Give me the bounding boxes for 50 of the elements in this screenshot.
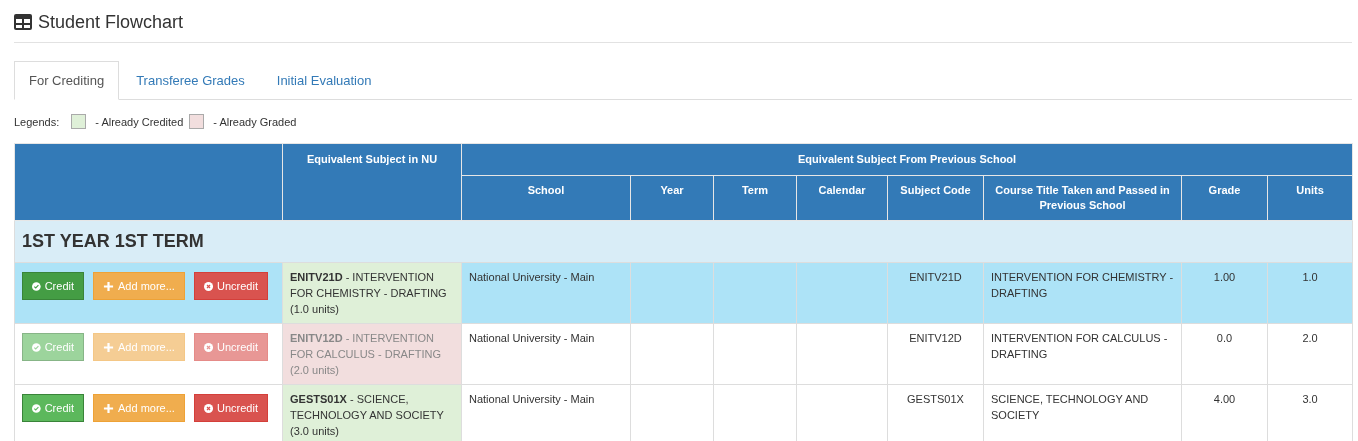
table-cell: 2.0 (1267, 323, 1353, 385)
legend-label: Legends: (14, 115, 60, 128)
plus-icon (103, 402, 114, 414)
column-header: Calendar (796, 175, 888, 221)
table-icon (14, 14, 32, 30)
subject-text: ENITV12D - INTERVENTION FOR CALCULUS - DRAFTING (290, 331, 442, 362)
legend-text: - Already Graded (213, 115, 297, 128)
credit-button[interactable]: Credit (22, 272, 84, 300)
table-cell: 0.0 (1181, 323, 1268, 385)
units-text: (1.0 units) (290, 302, 340, 317)
table-cell: ENITV12D (887, 323, 984, 385)
units-text: (3.0 units) (290, 424, 340, 439)
check-circle-icon (32, 402, 41, 414)
add-more-button[interactable]: Add more... (93, 394, 185, 422)
table-cell: INTERVENTION FOR CALCULUS - DRAFTING (983, 323, 1182, 385)
column-header: Grade (1181, 175, 1268, 221)
x-circle-icon (204, 402, 214, 414)
table-cell: National University - Main (461, 262, 631, 324)
check-circle-icon (32, 341, 41, 353)
uncredit-button[interactable]: Uncredit (194, 394, 268, 422)
add-more-button[interactable]: Add more... (93, 272, 185, 300)
x-circle-icon (204, 280, 214, 292)
plus-icon (103, 280, 114, 292)
page-title: Student Flowchart (38, 11, 184, 33)
plus-icon (103, 341, 114, 353)
subject-text: GESTS01X - SCIENCE, TECHNOLOGY AND SOCIETY (290, 392, 445, 423)
column-header: Term (713, 175, 797, 221)
column-header: Course Title Taken and Passed in Previous School (983, 175, 1182, 221)
subject-text: ENITV21D - INTERVENTION FOR CHEMISTRY - DRAFTING (290, 270, 448, 301)
table-cell: INTERVENTION FOR CHEMISTRY - DRAFTING (983, 262, 1182, 324)
table-cell: National University - Main (461, 323, 631, 385)
credit-button[interactable]: Credit (22, 394, 84, 422)
column-header: School (461, 175, 631, 221)
column-header: Subject Code (887, 175, 984, 221)
section-header: 1ST YEAR 1ST TERM (14, 220, 1353, 263)
uncredit-button[interactable]: Uncredit (194, 272, 268, 300)
table-cell: 1.00 (1181, 262, 1268, 324)
table-cell: ENITV21D (887, 262, 984, 324)
units-text: (2.0 units) (290, 363, 340, 378)
x-circle-icon (204, 341, 214, 353)
tab[interactable]: Initial Evaluation (261, 61, 387, 100)
column-header: Units (1267, 175, 1353, 221)
table-cell: 1.0 (1267, 262, 1353, 324)
column-header: Year (630, 175, 714, 221)
column-header: Equivalent Subject in NU (282, 143, 462, 221)
column-header: Equivalent Subject From Previous School (461, 143, 1353, 176)
tab[interactable]: Transferee Grades (121, 61, 260, 100)
check-circle-icon (32, 280, 41, 292)
legend-text: - Already Credited (95, 115, 184, 128)
tab[interactable]: For Crediting (14, 61, 120, 100)
